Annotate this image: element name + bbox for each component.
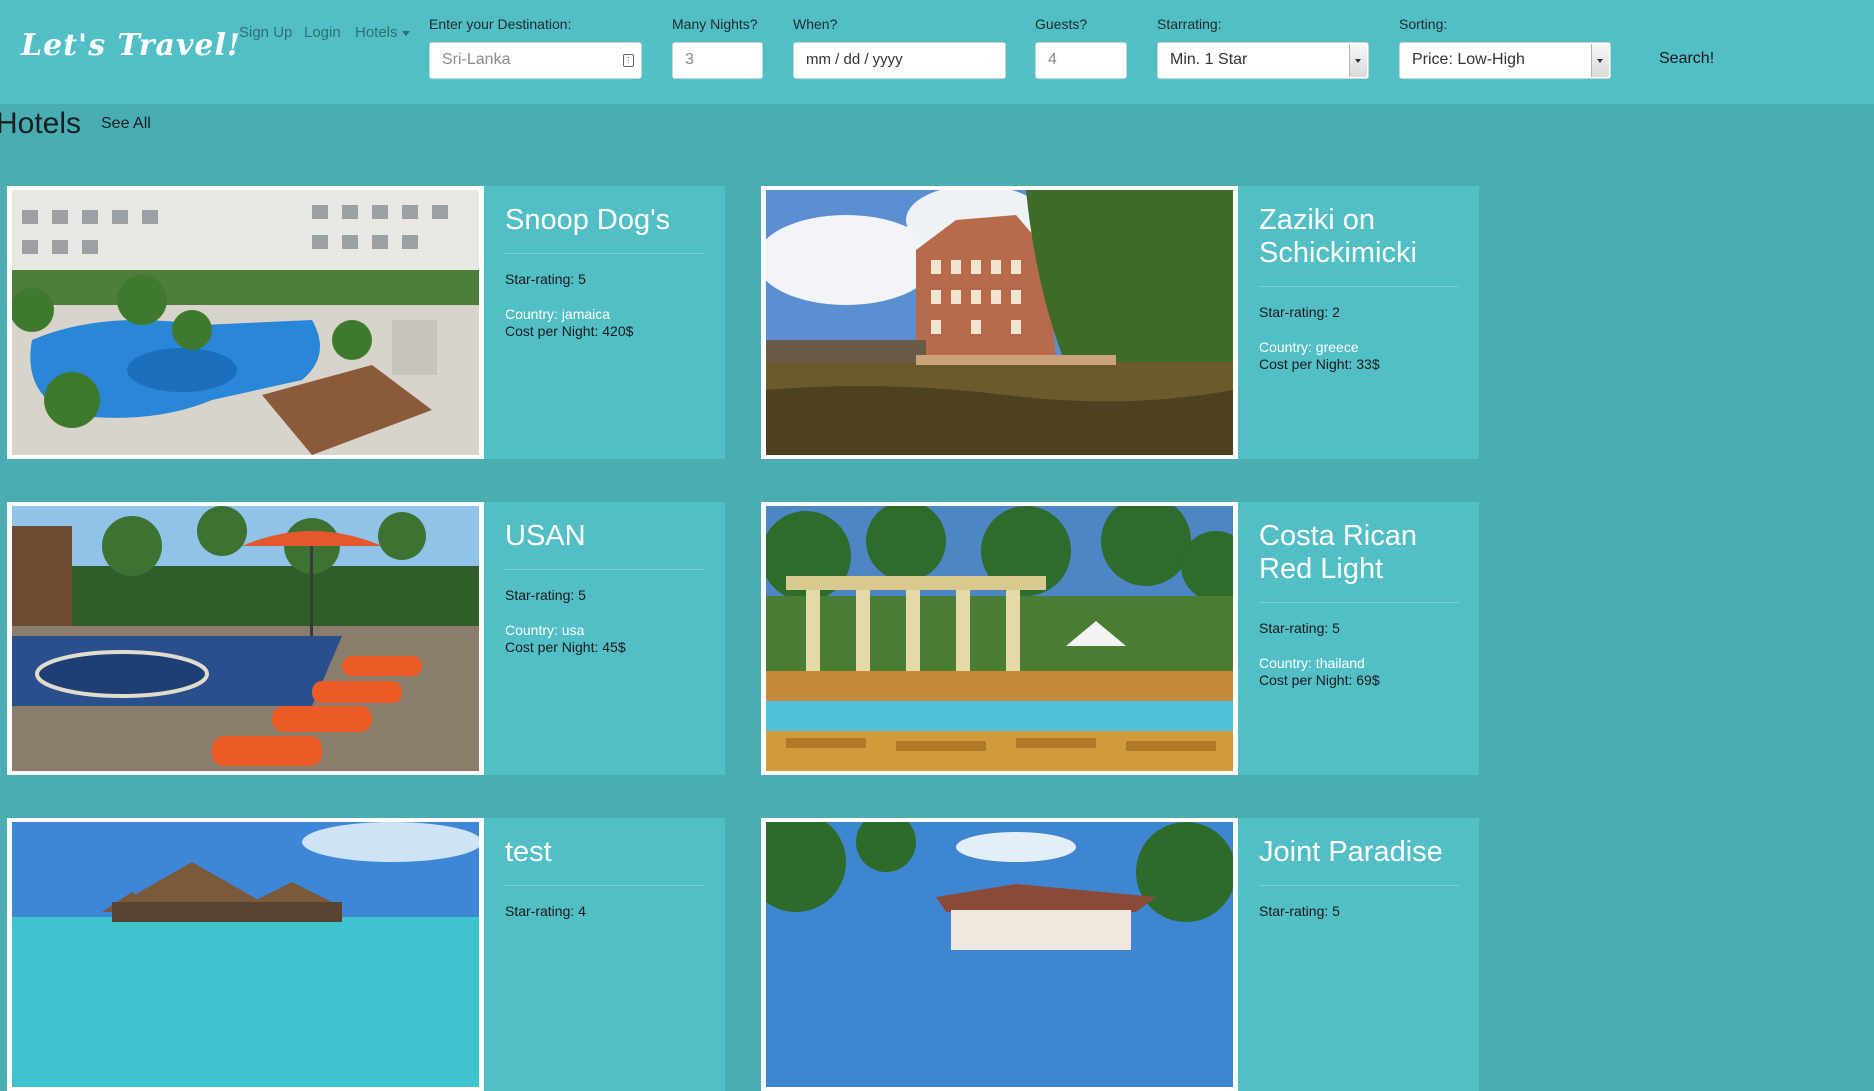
guests-label: Guests? bbox=[1035, 16, 1088, 32]
hotel-info: Costa Rican Red Light Star-rating: 5 Cou… bbox=[1259, 520, 1459, 688]
date-input[interactable]: mm / dd / yyyy bbox=[793, 42, 1006, 79]
hotel-photo[interactable] bbox=[7, 502, 484, 775]
hotel-photo[interactable] bbox=[761, 502, 1238, 775]
hotel-cost: Cost per Night: 420$ bbox=[505, 323, 634, 339]
sorting-value: Price: Low-High bbox=[1412, 51, 1525, 68]
divider bbox=[1259, 602, 1459, 603]
hotel-info: Joint Paradise Star-rating: 5 bbox=[1259, 836, 1459, 919]
hotel-name[interactable]: Snoop Dog's bbox=[505, 204, 705, 237]
chevron-down-icon bbox=[401, 30, 410, 36]
hotel-cost: Cost per Night: 69$ bbox=[1259, 672, 1380, 688]
hotel-name[interactable]: Zaziki on Schickimicki bbox=[1259, 204, 1459, 270]
hotel-photo[interactable] bbox=[761, 818, 1238, 1091]
divider bbox=[1259, 286, 1459, 287]
hotel-cost: Cost per Night: 45$ bbox=[505, 639, 626, 655]
nav-login-link[interactable]: Login bbox=[304, 24, 341, 41]
nav-hotels-dropdown[interactable]: Hotels bbox=[355, 24, 410, 41]
starrating-label: Starrating: bbox=[1157, 16, 1222, 32]
search-button[interactable]: Search! bbox=[1659, 50, 1714, 68]
hotel-card[interactable]: Zaziki on Schickimicki Star-rating: 2 Co… bbox=[761, 186, 1479, 459]
hotel-card[interactable]: test Star-rating: 4 bbox=[7, 818, 725, 1091]
hotel-country: Country: greece bbox=[1259, 339, 1359, 355]
date-placeholder: mm / dd / yyyy bbox=[806, 51, 903, 68]
hotel-info: USAN Star-rating: 5 Country: usa Cost pe… bbox=[505, 520, 705, 655]
divider bbox=[1259, 885, 1459, 886]
divider bbox=[505, 253, 705, 254]
nav-hotels-label: Hotels bbox=[355, 24, 398, 41]
starrating-value: Min. 1 Star bbox=[1170, 51, 1248, 68]
brand-logo[interactable]: Let's Travel! bbox=[21, 28, 241, 63]
guests-input[interactable]: 4 bbox=[1035, 42, 1127, 79]
hotel-name[interactable]: Joint Paradise bbox=[1259, 836, 1459, 869]
hotel-card[interactable]: Joint Paradise Star-rating: 5 bbox=[761, 818, 1479, 1091]
star-rating: Star-rating: 4 bbox=[505, 903, 586, 919]
nights-input[interactable]: 3 bbox=[672, 42, 763, 79]
hotel-name[interactable]: Costa Rican Red Light bbox=[1259, 520, 1459, 586]
destination-placeholder: Sri-Lanka bbox=[442, 51, 511, 68]
hotel-card[interactable]: Costa Rican Red Light Star-rating: 5 Cou… bbox=[761, 502, 1479, 775]
starrating-select[interactable]: Min. 1 Star bbox=[1157, 42, 1369, 79]
nights-placeholder: 3 bbox=[685, 51, 694, 68]
when-label: When? bbox=[793, 16, 838, 32]
nights-label: Many Nights? bbox=[672, 16, 758, 32]
contact-card-icon[interactable]: ⋮ bbox=[623, 54, 634, 67]
chevron-down-icon[interactable] bbox=[1591, 44, 1609, 77]
divider bbox=[505, 885, 705, 886]
hotel-photo[interactable] bbox=[761, 186, 1238, 459]
hotel-cost: Cost per Night: 33$ bbox=[1259, 356, 1380, 372]
hotel-info: Snoop Dog's Star-rating: 5 Country: jama… bbox=[505, 204, 705, 339]
star-rating: Star-rating: 5 bbox=[505, 271, 586, 287]
hotel-card[interactable]: USAN Star-rating: 5 Country: usa Cost pe… bbox=[7, 502, 725, 775]
destination-label: Enter your Destination: bbox=[429, 16, 572, 32]
hotel-card[interactable]: Snoop Dog's Star-rating: 5 Country: jama… bbox=[7, 186, 725, 459]
star-rating: Star-rating: 5 bbox=[505, 587, 586, 603]
chevron-down-icon[interactable] bbox=[1349, 44, 1367, 77]
hotel-name[interactable]: test bbox=[505, 836, 705, 869]
hotel-info: test Star-rating: 4 bbox=[505, 836, 705, 919]
star-rating: Star-rating: 5 bbox=[1259, 620, 1340, 636]
sorting-label: Sorting: bbox=[1399, 16, 1448, 32]
star-rating: Star-rating: 5 bbox=[1259, 903, 1340, 919]
destination-input[interactable]: Sri-Lanka ⋮ bbox=[429, 42, 642, 79]
guests-placeholder: 4 bbox=[1048, 51, 1057, 68]
see-all-link[interactable]: See All bbox=[101, 115, 151, 133]
hotel-photo[interactable] bbox=[7, 186, 484, 459]
hotel-country: Country: usa bbox=[505, 622, 585, 638]
top-navbar: Let's Travel! Sign Up Login Hotels Enter… bbox=[0, 0, 1874, 104]
divider bbox=[505, 569, 705, 570]
hotel-country: Country: jamaica bbox=[505, 306, 611, 322]
hotel-name[interactable]: USAN bbox=[505, 520, 705, 553]
hotel-info: Zaziki on Schickimicki Star-rating: 2 Co… bbox=[1259, 204, 1459, 372]
hotel-country: Country: thailand bbox=[1259, 655, 1365, 671]
section-title: Hotels bbox=[0, 107, 82, 140]
star-rating: Star-rating: 2 bbox=[1259, 304, 1340, 320]
hotel-photo[interactable] bbox=[7, 818, 484, 1091]
sorting-select[interactable]: Price: Low-High bbox=[1399, 42, 1611, 79]
nav-sign-up-link[interactable]: Sign Up bbox=[239, 24, 292, 41]
